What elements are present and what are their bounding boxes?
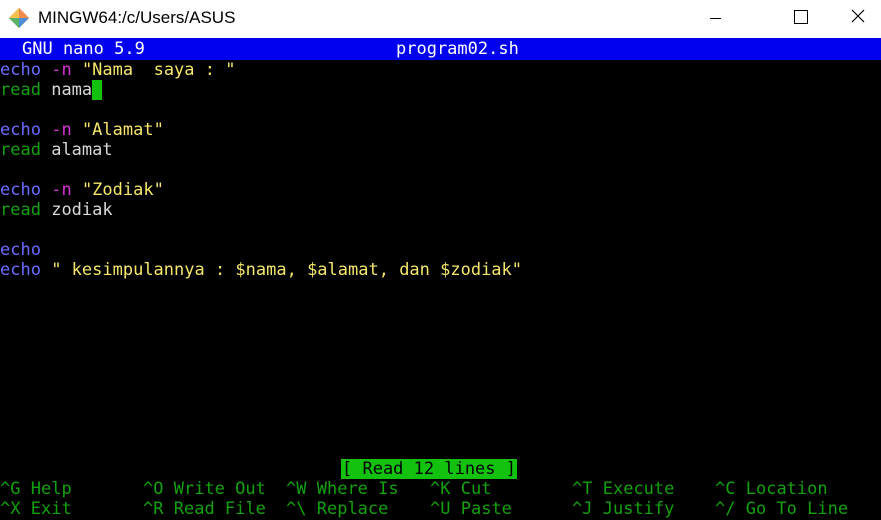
shortcut-location[interactable]: ^C Location: [715, 479, 828, 499]
string-literal: "Nama saya : ": [81, 60, 236, 80]
shortcut-justify[interactable]: ^J Justify: [572, 499, 674, 519]
keyword: read: [0, 200, 41, 220]
shortcut-exit[interactable]: ^X Exit: [0, 499, 72, 519]
code-line-11[interactable]: echo " kesimpulannya : $nama, $alamat, d…: [0, 260, 522, 280]
keyword: echo: [0, 240, 41, 260]
git-diamond-icon: [8, 7, 30, 29]
option: -n: [51, 180, 72, 200]
shortcut-paste[interactable]: ^U Paste: [430, 499, 512, 519]
code-line-5[interactable]: read alamat: [0, 140, 113, 160]
code-line-1[interactable]: echo -n "Nama saya : ": [0, 60, 235, 80]
code-line-2[interactable]: read nama: [0, 80, 103, 100]
string-literal: "Alamat": [81, 120, 164, 140]
window-title: MINGW64:/c/Users/ASUS: [38, 8, 236, 27]
argument: alamat: [51, 140, 113, 160]
maximize-button[interactable]: [778, 0, 824, 38]
keyword: echo: [0, 260, 41, 280]
argument: nama: [51, 80, 93, 100]
keyword: echo: [0, 120, 41, 140]
option: -n: [51, 120, 72, 140]
keyword: echo: [0, 180, 41, 200]
text-cursor: [92, 80, 103, 100]
shortcut-read-file[interactable]: ^R Read File: [143, 499, 266, 519]
terminal-window: MINGW64:/c/Users/ASUS GNU nano 5.9 progr…: [0, 0, 881, 520]
close-button[interactable]: [835, 0, 881, 38]
code-line-8[interactable]: read zodiak: [0, 200, 113, 220]
maximize-icon: [794, 10, 808, 24]
shortcut-replace[interactable]: ^\ Replace: [286, 499, 388, 519]
keyword: read: [0, 80, 41, 100]
shortcut-where-is[interactable]: ^W Where Is: [286, 479, 399, 499]
status-message: [ Read 12 lines ]: [341, 459, 517, 479]
shortcut-help[interactable]: ^G Help: [0, 479, 72, 499]
string-literal: " kesimpulannya : $nama, $alamat, dan $z…: [51, 260, 523, 280]
nano-version: GNU nano 5.9: [22, 39, 145, 59]
argument: zodiak: [51, 200, 113, 220]
title-bar[interactable]: MINGW64:/c/Users/ASUS: [0, 0, 881, 38]
keyword: echo: [0, 60, 41, 80]
code-line-7[interactable]: echo -n "Zodiak": [0, 180, 164, 200]
minimize-button[interactable]: [692, 0, 738, 38]
string-literal: "Zodiak": [81, 180, 164, 200]
option: -n: [51, 60, 72, 80]
nano-header-bar: GNU nano 5.9 program02.sh: [0, 38, 881, 60]
code-line-10[interactable]: echo: [0, 240, 41, 260]
shortcut-go-to-line[interactable]: ^/ Go To Line: [715, 499, 848, 519]
shortcut-cut[interactable]: ^K Cut: [430, 479, 491, 499]
close-icon: [851, 9, 865, 23]
shortcut-write-out[interactable]: ^O Write Out: [143, 479, 266, 499]
shortcut-execute[interactable]: ^T Execute: [572, 479, 674, 499]
keyword: read: [0, 140, 41, 160]
terminal-area[interactable]: GNU nano 5.9 program02.sh echo -n "Nama …: [0, 38, 881, 520]
file-name: program02.sh: [396, 39, 519, 59]
code-line-4[interactable]: echo -n "Alamat": [0, 120, 164, 140]
minimize-icon: [710, 18, 721, 19]
